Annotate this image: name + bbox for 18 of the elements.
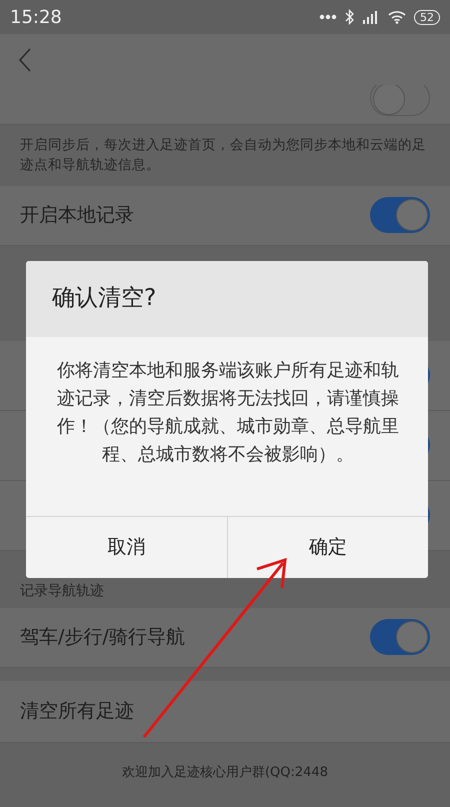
dialog-title: 确认清空? <box>26 261 428 337</box>
cancel-button[interactable]: 取消 <box>26 517 226 578</box>
battery-indicator: 52 <box>414 10 440 24</box>
signal-icon <box>362 10 380 24</box>
back-icon[interactable] <box>18 48 32 72</box>
toggle-switch[interactable] <box>370 619 430 655</box>
toggle-switch[interactable] <box>370 197 430 233</box>
dialog-message: 你将清空本地和服务端该账户所有足迹和轨迹记录，清空后数据将无法找回，请谨慎操作！（您的导航成就、城市勋章、总导航里程、总城市数将不会被影响）。 <box>57 360 399 465</box>
bluetooth-icon <box>345 9 354 25</box>
setting-label: 驾车/步行/骑行导航 <box>20 624 185 650</box>
confirm-button[interactable]: 确定 <box>226 517 428 578</box>
footer-text: 欢迎加入足迹核心用户群(QQ:2448 <box>120 764 329 782</box>
setting-label: 开启本地记录 <box>20 202 134 228</box>
toggle-switch[interactable] <box>370 85 430 116</box>
wifi-icon <box>388 10 406 24</box>
section-header: 记录导航轨迹 <box>19 582 105 600</box>
status-time: 15:28 <box>10 6 62 30</box>
more-dots-icon <box>319 14 337 20</box>
